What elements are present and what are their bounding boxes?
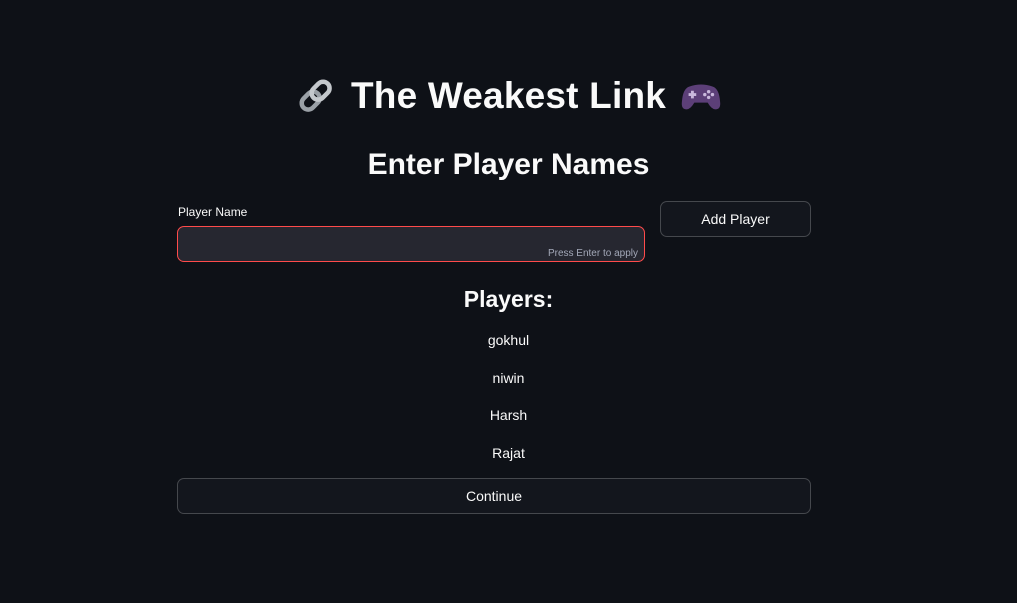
list-item: niwin <box>492 369 525 386</box>
players-heading: Players: <box>463 286 554 312</box>
section-heading: Enter Player Names <box>367 148 650 181</box>
player-name-field: Press Enter to apply <box>177 226 645 262</box>
list-item: Rajat <box>492 445 525 462</box>
player-name-label: Player Name <box>178 205 248 219</box>
page-title: The Weakest Link <box>350 75 667 116</box>
player-list: gokhul niwin Harsh Rajat <box>0 330 1017 481</box>
app-page: The Weakest Link Enter Player Names Play… <box>0 0 1017 603</box>
list-item: gokhul <box>487 332 530 348</box>
continue-button[interactable]: Continue <box>177 478 811 514</box>
list-item: Harsh <box>489 407 528 424</box>
input-hint: Press Enter to apply <box>547 248 638 259</box>
game-controller-icon <box>680 75 722 117</box>
link-icon <box>295 75 337 117</box>
add-player-button[interactable]: Add Player <box>660 201 811 237</box>
title-row: The Weakest Link <box>0 72 1017 120</box>
